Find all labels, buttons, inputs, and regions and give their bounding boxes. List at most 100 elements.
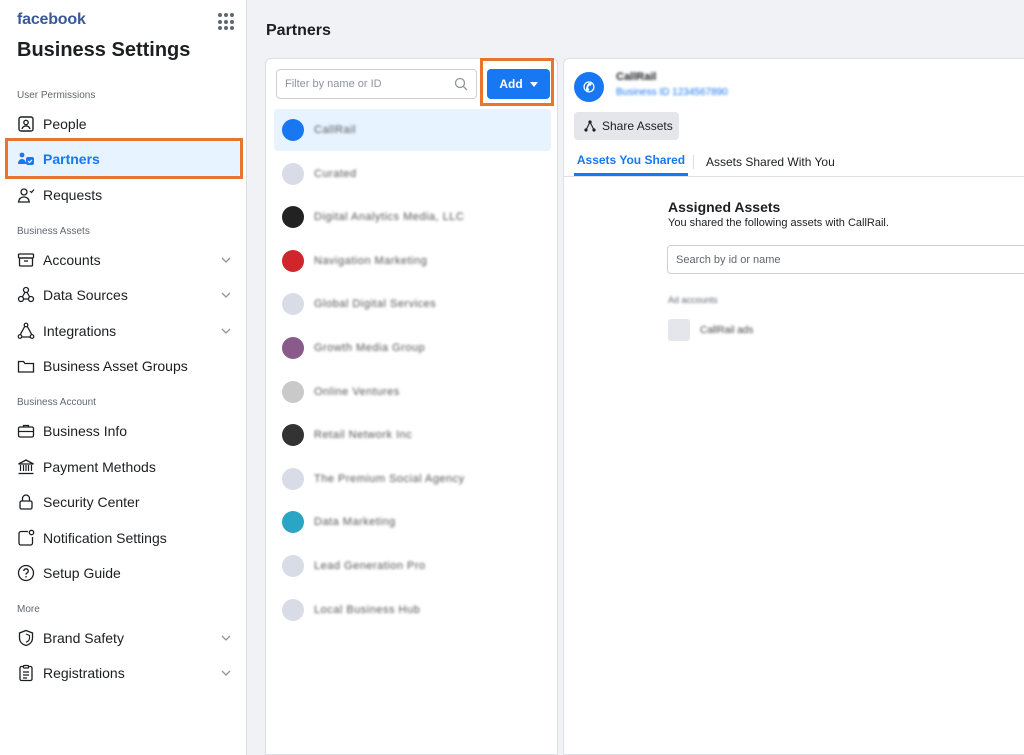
partner-list-name: CallRail <box>314 124 356 136</box>
sidebar-item-business-info[interactable]: Business Info <box>8 413 240 449</box>
partner-list-name: Navigation Marketing <box>314 254 428 267</box>
sidebar-item-registrations[interactable]: Registrations <box>8 655 240 691</box>
sidebar-item-setup-guide[interactable]: Setup Guide <box>8 555 240 591</box>
partner-name: CallRail <box>616 71 657 83</box>
folder-box-icon <box>17 251 35 269</box>
sidebar: facebook Business Settings User Permissi… <box>0 0 247 755</box>
partner-avatar-icon <box>282 337 304 359</box>
section-label-business-account: Business Account <box>17 397 96 408</box>
sidebar-item-label: Security Center <box>43 494 140 510</box>
sidebar-item-accounts[interactable]: Accounts <box>8 242 240 278</box>
ad-account-icon <box>668 319 690 341</box>
chevron-down-icon <box>221 670 231 676</box>
partner-list-name: Growth Media Group <box>314 342 426 354</box>
partner-list-item[interactable]: Growth Media Group <box>274 327 551 369</box>
sidebar-item-requests[interactable]: Requests <box>8 177 240 213</box>
partner-list-item[interactable]: Global Digital Services <box>274 283 551 325</box>
partner-list-name: The Premium Social Agency <box>314 472 465 485</box>
share-assets-button[interactable]: Share Assets <box>574 112 679 140</box>
partner-list-item[interactable]: The Premium Social Agency <box>274 458 551 500</box>
asset-name: CallRail ads <box>700 324 754 336</box>
partner-detail-panel: ✆ CallRail Business ID 1234567890 Share … <box>563 58 1024 755</box>
sidebar-item-data-sources[interactable]: Data Sources <box>8 277 240 313</box>
sidebar-item-people[interactable]: People <box>8 106 240 142</box>
partner-list-name: Retail Network Inc <box>314 429 413 442</box>
integrations-icon <box>17 322 35 340</box>
folder-icon <box>17 357 35 375</box>
partner-list-name: Data Marketing <box>314 516 396 529</box>
add-highlight-box <box>480 58 554 106</box>
person-request-icon <box>17 186 35 204</box>
partner-list-item[interactable]: Digital Analytics Media, LLC <box>274 196 551 238</box>
assigned-assets-heading: Assigned Assets <box>668 199 781 215</box>
partner-filter-box[interactable] <box>276 69 477 99</box>
partner-list-name: Online Ventures <box>314 385 400 398</box>
section-label-business-assets: Business Assets <box>17 226 90 237</box>
chevron-down-icon <box>221 257 231 263</box>
partner-list-name: Lead Generation Pro <box>314 560 426 572</box>
app-menu-grid-icon[interactable] <box>218 13 236 31</box>
partners-list-panel: Add CallRailCuratedDigital Analytics Med… <box>265 58 558 755</box>
asset-row[interactable]: CallRail ads <box>668 319 753 341</box>
sidebar-item-payment-methods[interactable]: Payment Methods <box>8 449 240 485</box>
sidebar-item-label: Brand Safety <box>43 630 124 646</box>
partner-avatar-icon <box>282 598 304 621</box>
sidebar-item-label: Data Sources <box>43 287 128 303</box>
partner-list-item[interactable]: CallRail <box>274 109 551 151</box>
facebook-logo[interactable]: facebook <box>17 11 86 29</box>
partner-list-item[interactable]: Lead Generation Pro <box>274 545 551 587</box>
partner-avatar-icon <box>282 206 304 229</box>
sidebar-item-label: Setup Guide <box>43 565 121 581</box>
tab-assets-shared-with-you[interactable]: Assets Shared With You <box>706 147 835 176</box>
partner-list-item[interactable]: Data Marketing <box>274 501 551 543</box>
share-network-icon <box>584 120 596 132</box>
partner-id[interactable]: Business ID 1234567890 <box>616 87 728 98</box>
lock-icon <box>17 493 35 511</box>
person-card-icon <box>17 115 35 133</box>
sidebar-item-label: Registrations <box>43 665 125 681</box>
sidebar-item-label: Payment Methods <box>43 459 156 475</box>
partner-list-item[interactable]: Navigation Marketing <box>274 240 551 282</box>
partner-list-item[interactable]: Curated <box>274 153 551 195</box>
partner-avatar-icon <box>282 162 304 185</box>
partner-avatar-icon <box>282 249 304 272</box>
partner-avatar-icon <box>282 293 304 316</box>
partner-list-item[interactable]: Online Ventures <box>274 371 551 413</box>
sidebar-item-integrations[interactable]: Integrations <box>8 313 240 349</box>
tab-assets-you-shared[interactable]: Assets You Shared <box>574 147 688 176</box>
section-label-user-permissions: User Permissions <box>17 90 96 101</box>
partner-avatar: ✆ <box>574 72 604 102</box>
partner-avatar-icon <box>282 511 304 534</box>
partner-avatar-icon <box>282 380 304 403</box>
search-icon <box>454 77 468 91</box>
shield-icon <box>17 629 35 647</box>
partner-avatar-icon <box>282 555 304 577</box>
sidebar-item-brand-safety[interactable]: Brand Safety <box>8 620 240 656</box>
partner-list-item[interactable]: Local Business Hub <box>274 589 551 631</box>
data-sources-icon <box>17 286 35 304</box>
detail-tabs: Assets You Shared Assets Shared With You <box>564 147 1024 177</box>
partner-filter-input[interactable] <box>277 70 447 98</box>
asset-category-label: Ad accounts <box>668 295 718 305</box>
sidebar-item-security-center[interactable]: Security Center <box>8 484 240 520</box>
partner-avatar-icon <box>282 424 304 447</box>
sidebar-item-label: Integrations <box>43 323 117 339</box>
section-label-more: More <box>17 604 40 615</box>
partner-list-name: Global Digital Services <box>314 298 437 311</box>
assigned-assets-subtitle: You shared the following assets with Cal… <box>668 217 889 229</box>
partner-list-item[interactable]: Retail Network Inc <box>274 414 551 456</box>
page-title: Business Settings <box>17 39 191 61</box>
sidebar-item-label: Business Info <box>43 423 128 439</box>
chevron-down-icon <box>221 328 231 334</box>
notification-icon <box>17 529 35 547</box>
partner-list-name: Digital Analytics Media, LLC <box>314 211 465 224</box>
bank-icon <box>17 458 35 476</box>
partner-avatar-icon <box>282 119 304 141</box>
sidebar-item-label: Requests <box>43 187 103 203</box>
sidebar-item-business-asset-groups[interactable]: Business Asset Groups <box>8 348 240 384</box>
sidebar-item-notification-settings[interactable]: Notification Settings <box>8 520 240 556</box>
asset-search-input[interactable] <box>668 246 1008 273</box>
asset-search-box[interactable] <box>667 245 1024 274</box>
briefcase-icon <box>17 422 35 440</box>
sidebar-item-label: Accounts <box>43 252 101 268</box>
